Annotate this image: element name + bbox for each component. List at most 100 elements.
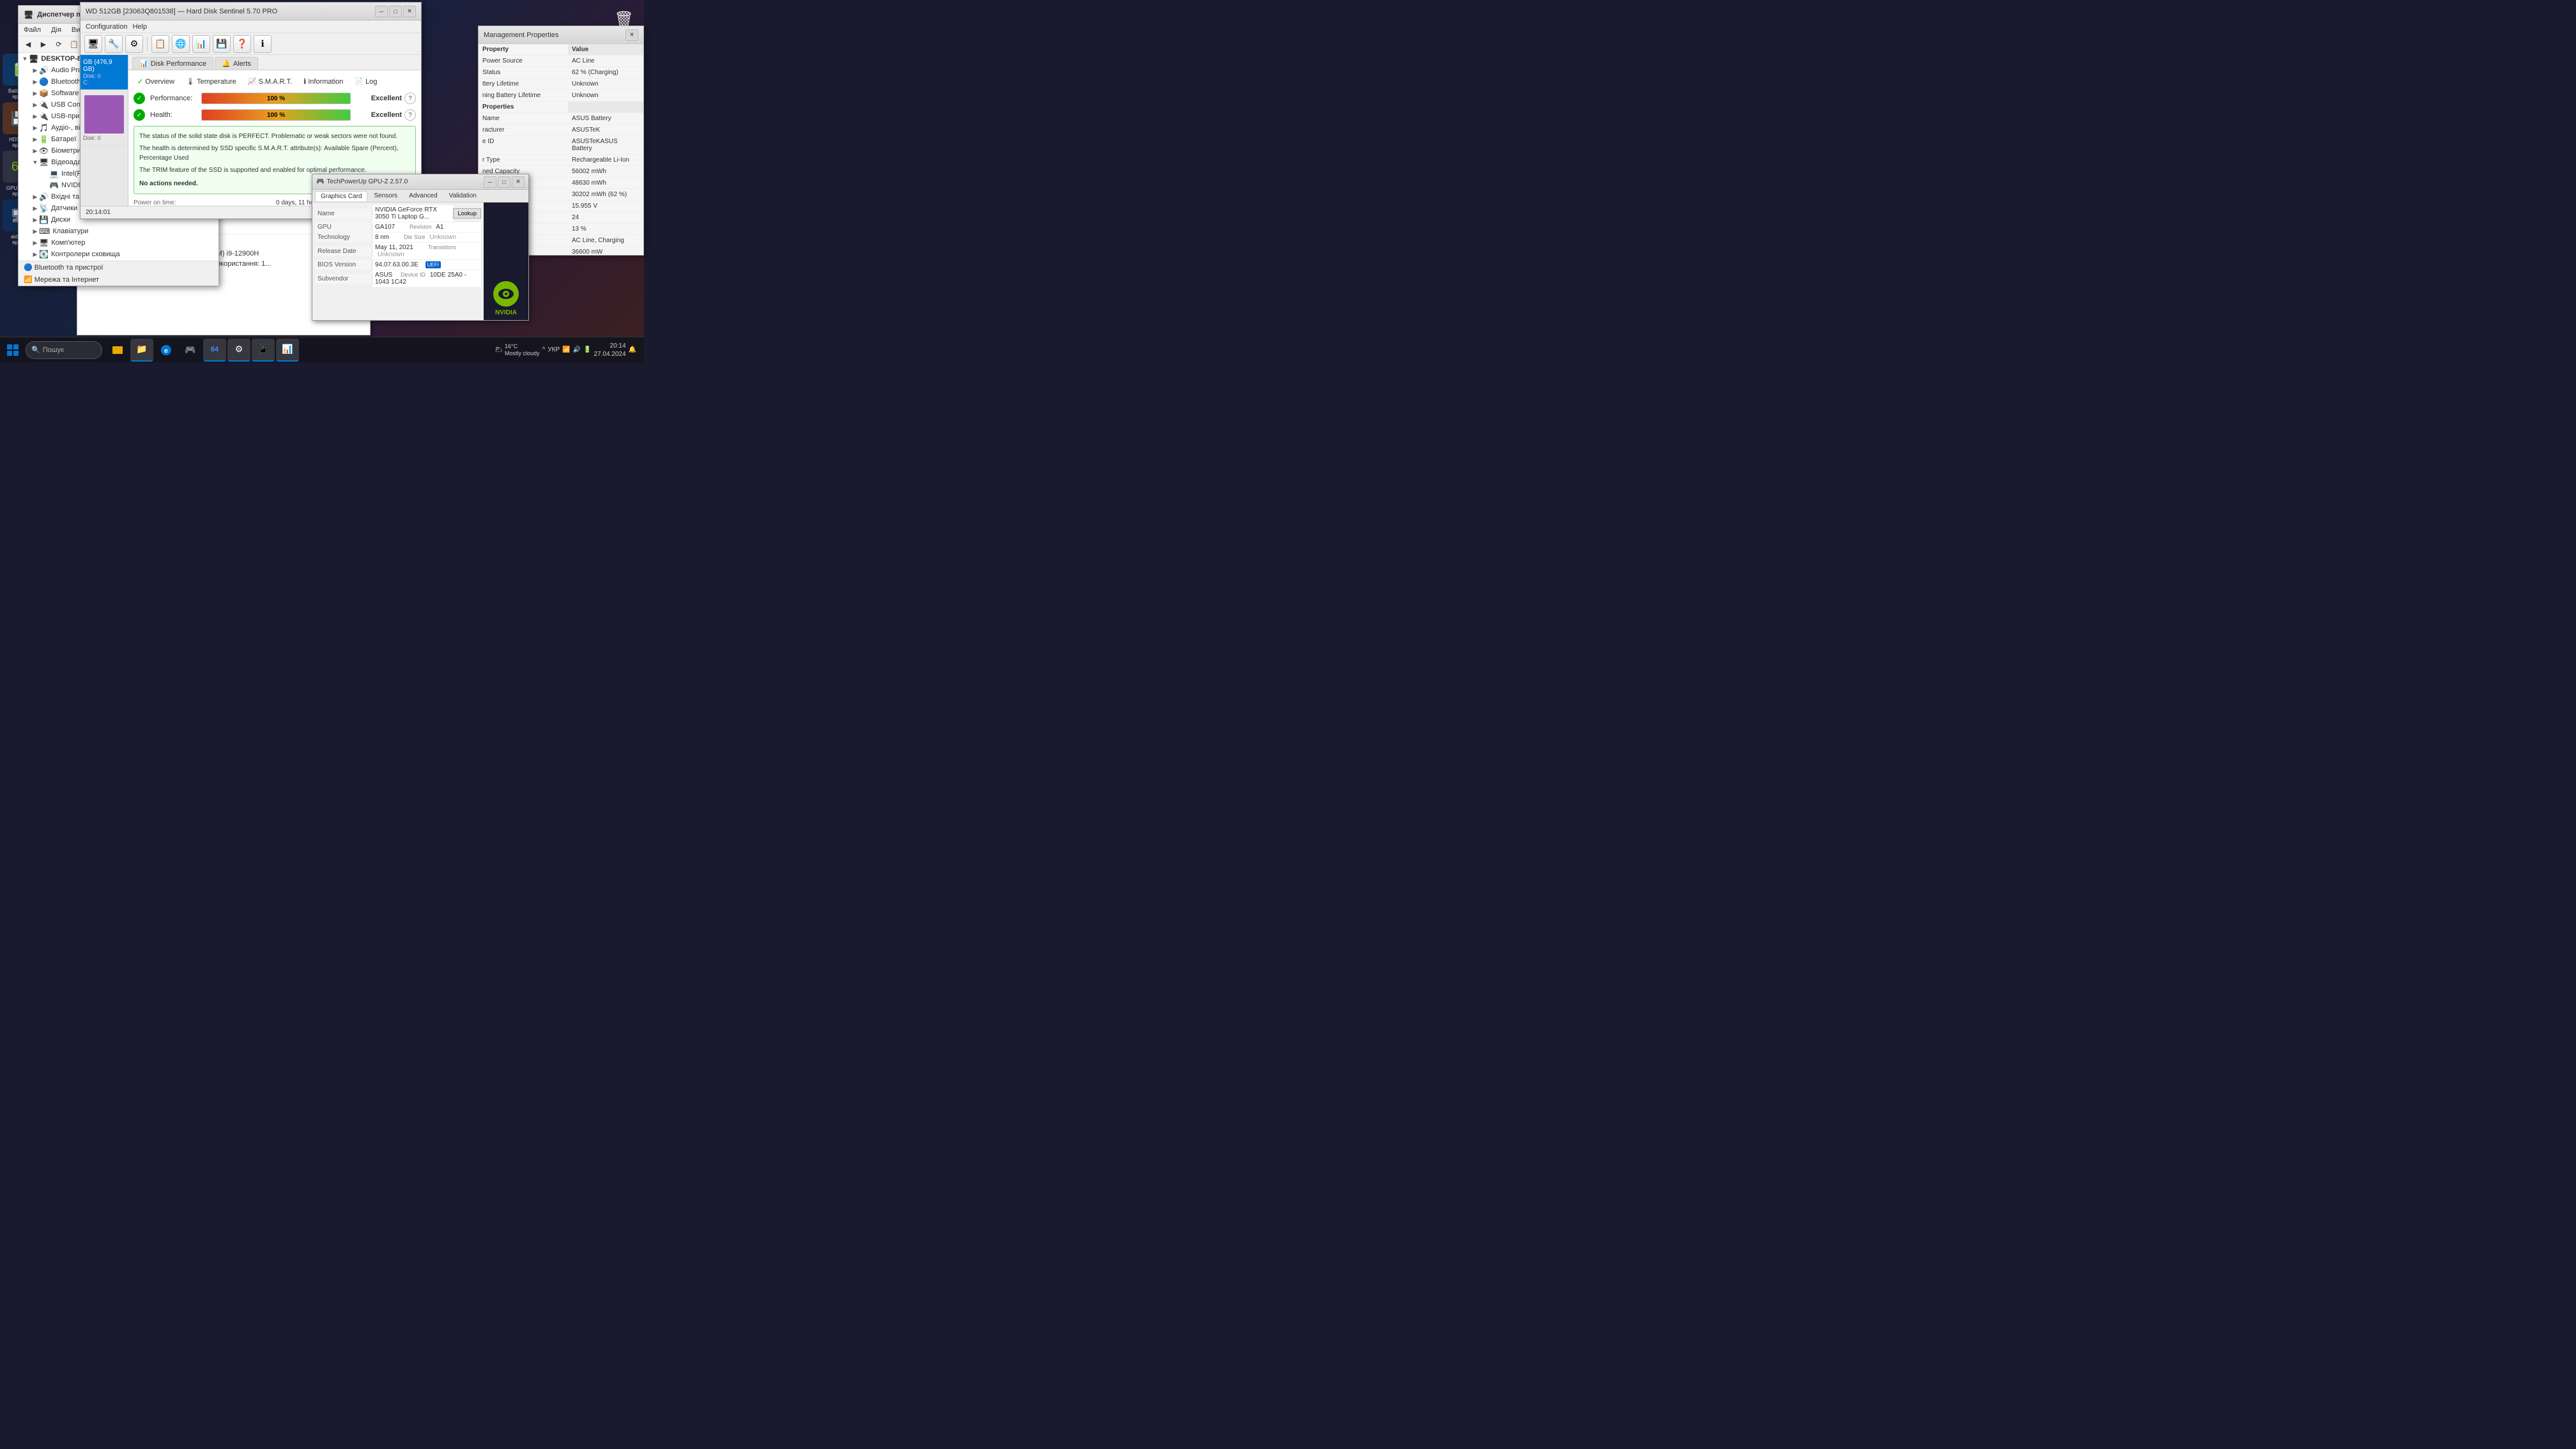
release-value: May 11, 2021 Transistors Unknown [372, 243, 481, 259]
taskbar-app-gpu[interactable]: 📊 [276, 339, 299, 362]
wear-value: 13 % [568, 224, 643, 234]
battery-close-btn[interactable]: ✕ [625, 29, 638, 41]
taskbar-app-mobile[interactable]: 📱 [252, 339, 275, 362]
health-bar: 100 % [201, 109, 351, 121]
disk2-visual [84, 95, 124, 134]
tab-disk-performance[interactable]: 📊 Disk Performance [132, 57, 213, 70]
nav-smart[interactable]: 📈 S.M.A.R.T. [244, 75, 296, 88]
perf-result: Excellent [351, 95, 402, 102]
design-cap-value: 56002 mWh [568, 166, 643, 177]
hds-disk1[interactable]: GB (476,9 GB) Disk: 0 C: [80, 55, 128, 90]
forward-button[interactable]: ▶ [36, 38, 50, 52]
battery-icon: 🔋 [583, 346, 591, 353]
header-property: Property [479, 44, 568, 55]
hds-minimize[interactable]: ─ [375, 6, 388, 17]
tab-alerts[interactable]: 🔔 Alerts [215, 57, 258, 70]
sensors-label: Датчики [51, 204, 77, 212]
hds-close[interactable]: ✕ [403, 6, 416, 17]
menu-action[interactable]: Дія [49, 25, 64, 35]
battery-row-remaining: ning Battery Lifetime Unknown [479, 90, 643, 102]
search-placeholder: Пошук [43, 346, 64, 354]
tree-storage-ctrl[interactable]: ▶ 💽 Контролери сховища [19, 249, 218, 260]
tech-value: 8 nm [375, 234, 389, 241]
gpuz-titlebar[interactable]: 🎮 TechPowerUp GPU-Z 2.57.0 ─ □ ✕ [312, 174, 528, 190]
battery-icon: 🔋 [39, 135, 49, 144]
clock-time: 20:14 [594, 342, 625, 350]
revision-label: Revision [410, 224, 432, 230]
hds-titlebar[interactable]: WD 512GB [23063Q801538] — Hard Disk Sent… [80, 3, 421, 20]
volume-icon[interactable]: 🔊 [573, 346, 581, 353]
bluetooth-label: Bluetooth [51, 78, 80, 86]
systray-kb-layout[interactable]: УКР [548, 346, 560, 353]
gpuz-tab-sensors[interactable]: Sensors [369, 191, 402, 201]
tree-keyboards[interactable]: ▶ ⌨ Клавіатури [19, 226, 218, 237]
explorer-icon [112, 344, 123, 356]
taskbar-app-64[interactable]: 64 [203, 339, 226, 362]
refresh-button[interactable]: ⟳ [52, 38, 66, 52]
taskbar-app-edge[interactable]: e [155, 339, 178, 362]
nvidia-text: NVIDIA [495, 309, 517, 316]
hds-maximize[interactable]: □ [389, 6, 402, 17]
props-value [568, 102, 643, 112]
die-size-value: Unknown [429, 234, 456, 241]
systray-arrow[interactable]: ^ [542, 346, 546, 353]
notification-bell[interactable]: 🔔 [629, 346, 636, 353]
gpuz-tab-advanced[interactable]: Advanced [404, 191, 442, 201]
start-button[interactable] [3, 340, 23, 360]
perf-help-icon[interactable]: ? [404, 93, 416, 104]
hds-disk2[interactable]: Disk: 0 [80, 90, 128, 146]
nav-temperature[interactable]: 🌡 Temperature [182, 75, 240, 88]
gpuz-tab-validation[interactable]: Validation [444, 191, 482, 201]
gpuz-close[interactable]: ✕ [512, 176, 525, 188]
clock-date: 27.04.2024 [594, 350, 625, 358]
hds-toolbar-btn8[interactable]: ❓ [233, 35, 251, 53]
nav-information[interactable]: ℹ Information [300, 75, 347, 88]
properties-button[interactable]: 📋 [67, 38, 81, 52]
hds-toolbar-btn6[interactable]: 📊 [192, 35, 210, 53]
gpuz-restore[interactable]: □ [498, 176, 510, 188]
menu-file[interactable]: Файл [21, 25, 43, 35]
gpuz-minimize[interactable]: ─ [484, 176, 496, 188]
bluetooth-section[interactable]: 🔵 Bluetooth та пристрої [19, 261, 218, 273]
nav-log[interactable]: 📄 Log [351, 75, 381, 88]
taskbar-search[interactable]: 🔍 Пошук [26, 341, 102, 359]
network-section[interactable]: 📶 Мережа та Інтернет [19, 273, 218, 286]
hds-menubar: Configuration Help [80, 20, 421, 33]
gpuz-tab-graphics[interactable]: Graphics Card [315, 191, 367, 201]
hds-disk-list: GB (476,9 GB) Disk: 0 C: Disk: 0 [80, 55, 128, 206]
nav-overview-label: Overview [145, 78, 174, 86]
gpuz-content: Name NVIDIA GeForce RTX 3050 Ti Laptop G… [312, 203, 528, 320]
lookup-button[interactable]: Lookup [453, 208, 481, 218]
hds-menu-config[interactable]: Configuration [83, 22, 130, 32]
weather-widget[interactable]: 🌥 16°C Mostly cloudy [494, 343, 539, 357]
back-button[interactable]: ◀ [21, 38, 35, 52]
taskbar-app-files[interactable]: 📁 [130, 339, 153, 362]
tree-computer[interactable]: ▶ 🖥 Комп'ютер [19, 237, 218, 249]
taskbar-app-settings[interactable]: ⚙ [227, 339, 250, 362]
nav-overview[interactable]: ✓ Overview [134, 75, 178, 88]
device-manager-icon: 🖥 [24, 10, 33, 19]
nvidia-eye-svg [497, 285, 515, 303]
subvendor: ASUS [375, 272, 392, 279]
hds-toolbar-btn2[interactable]: 🔧 [105, 35, 123, 53]
hds-toolbar-btn7[interactable]: 💾 [213, 35, 231, 53]
intel-gpu-icon: 💻 [49, 169, 59, 178]
taskbar-app-store[interactable]: 🎮 [179, 339, 202, 362]
biometric-icon: 👁 [39, 146, 49, 155]
battery-lifetime-label: ttery Lifetime [479, 79, 568, 89]
hds-toolbar-btn5[interactable]: 🌐 [172, 35, 190, 53]
hds-toolbar-btn9[interactable]: ℹ [254, 35, 272, 53]
systray-clock[interactable]: 20:14 27.04.2024 [594, 342, 625, 358]
bluetooth-footer-label: 🔵 Bluetooth та пристрої [24, 263, 103, 272]
gpuz-nvidia-logo: NVIDIA [484, 203, 528, 320]
health-help-icon[interactable]: ? [404, 109, 416, 121]
hds-toolbar-btn3[interactable]: ⚙ [125, 35, 143, 53]
uefi-badge: UEFI [425, 261, 441, 268]
name-field-value: NVIDIA GeForce RTX 3050 Ti Laptop G... [372, 205, 453, 222]
hds-menu-help[interactable]: Help [130, 22, 150, 32]
hds-toolbar-btn4[interactable]: 📋 [151, 35, 169, 53]
taskbar-app-explorer[interactable] [106, 339, 129, 362]
id-value: ASUSTeKASUS Battery [568, 136, 643, 154]
hds-toolbar-btn1[interactable]: 🖥 [84, 35, 102, 53]
computer-icon: 🖥 [29, 54, 38, 63]
